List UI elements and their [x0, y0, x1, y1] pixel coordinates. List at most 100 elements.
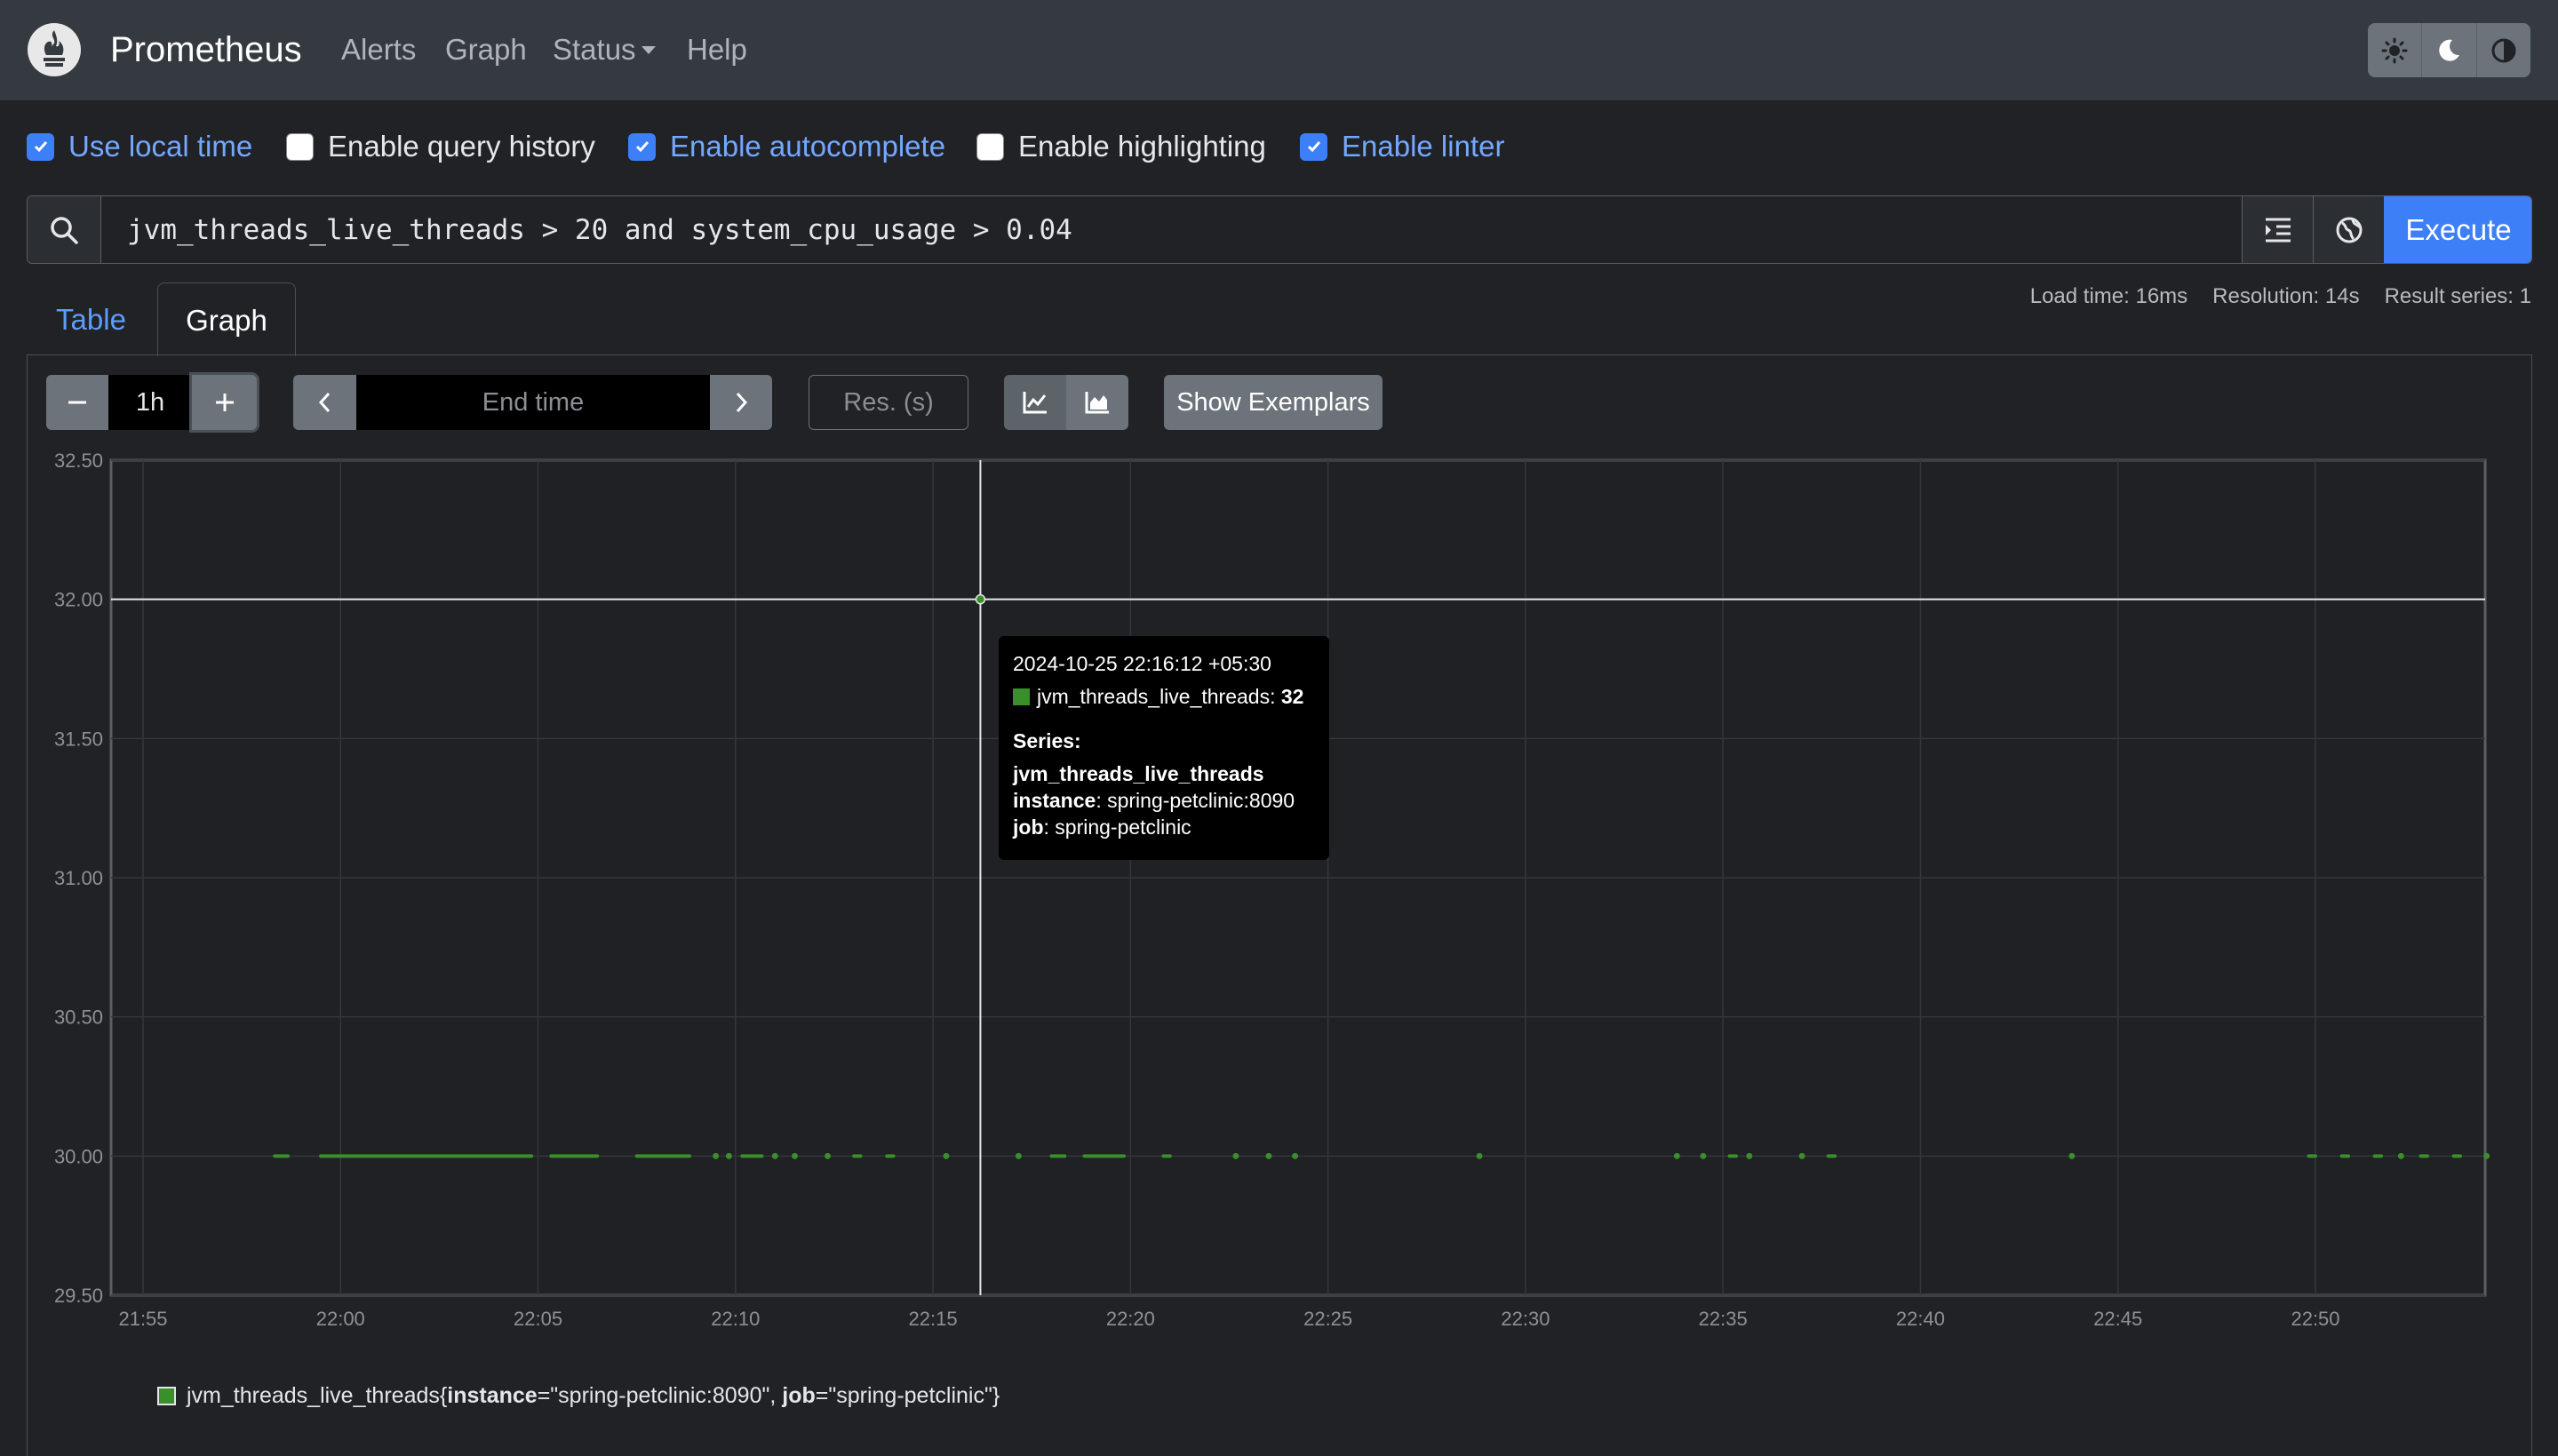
y-tick-label: 32.00	[54, 589, 103, 611]
chevron-right-icon	[736, 392, 748, 413]
prometheus-logo-icon[interactable]	[27, 22, 82, 77]
query-expression-input[interactable]: jvm_threads_live_threads > 20 and system…	[127, 212, 1072, 248]
x-tick-label: 22:15	[909, 1308, 958, 1330]
data-point	[2397, 1152, 2404, 1159]
tooltip-label-row: job: spring-petclinic	[1013, 816, 1191, 839]
option-enable-query-history[interactable]: Enable query history	[286, 129, 595, 164]
query-stats: Load time: 16ms Resolution: 14s Result s…	[2030, 284, 2531, 309]
legend-label-value: "spring-petclinic:8090"	[550, 1383, 770, 1408]
execute-button[interactable]: Execute	[2384, 196, 2531, 263]
tooltip-label-value: spring-petclinic:8090	[1107, 789, 1295, 812]
brand-title[interactable]: Prometheus	[110, 28, 302, 71]
option-label[interactable]: Enable highlighting	[1018, 129, 1266, 164]
x-tick-label: 22:10	[711, 1308, 760, 1330]
metrics-explorer-button[interactable]	[2313, 196, 2384, 263]
x-tick-label: 22:40	[1896, 1308, 1945, 1330]
stacked-chart-button[interactable]	[1066, 375, 1128, 430]
option-label[interactable]: Use local time	[68, 129, 252, 164]
format-expression-button[interactable]	[2242, 196, 2313, 263]
tooltip-swatch	[1013, 688, 1030, 705]
tooltip-label-key: job	[1013, 816, 1044, 839]
option-enable-linter[interactable]: Enable linter	[1300, 129, 1504, 164]
theme-auto-button[interactable]	[2476, 23, 2530, 77]
tooltip-series-heading: Series:	[1013, 729, 1081, 752]
y-tick-label: 31.50	[54, 728, 103, 750]
checkbox-unchecked[interactable]	[286, 132, 314, 161]
globe-icon	[2336, 217, 2362, 243]
option-label[interactable]: Enable linter	[1342, 129, 1504, 164]
data-point	[1292, 1152, 1299, 1159]
nav-status[interactable]: Status	[553, 32, 656, 68]
check-icon	[1307, 141, 1320, 153]
sun-icon	[2381, 37, 2408, 63]
show-exemplars-button[interactable]: Show Exemplars	[1164, 375, 1383, 430]
check-icon	[635, 141, 649, 153]
tab-table[interactable]: Table	[27, 282, 155, 356]
x-tick-label: 22:05	[514, 1308, 562, 1330]
y-tick-label: 29.50	[54, 1285, 103, 1307]
increase-range-button[interactable]	[192, 375, 257, 430]
line-chart-button[interactable]	[1004, 375, 1066, 430]
option-enable-highlighting[interactable]: Enable highlighting	[976, 129, 1266, 164]
tooltip-value: 32	[1280, 685, 1304, 708]
x-tick-label: 22:35	[1699, 1308, 1748, 1330]
previous-time-button[interactable]	[293, 375, 356, 430]
resolution-input[interactable]: Res. (s)	[809, 375, 968, 430]
tooltip-metric: jvm_threads_live_threads	[1013, 762, 1264, 785]
load-time: Load time: 16ms	[2029, 284, 2188, 308]
query-search-addon	[28, 196, 101, 263]
end-time-input[interactable]: End time	[356, 375, 710, 430]
tab-graph[interactable]: Graph	[157, 282, 296, 356]
data-point	[1746, 1152, 1753, 1159]
theme-light-button[interactable]	[2368, 23, 2423, 77]
legend-swatch	[157, 1387, 176, 1405]
data-point	[792, 1152, 798, 1159]
option-use-local-time[interactable]: Use local time	[27, 129, 252, 164]
minus-icon	[68, 401, 86, 404]
x-tick-label: 22:20	[1106, 1308, 1155, 1330]
data-point	[1476, 1152, 1483, 1159]
theme-dark-button[interactable]	[2422, 23, 2477, 77]
nav-status-label: Status	[553, 33, 636, 66]
checkbox-checked[interactable]	[27, 132, 54, 161]
search-icon	[51, 216, 78, 244]
data-point	[1232, 1152, 1239, 1159]
x-tick-label: 22:00	[316, 1308, 365, 1330]
tooltip-series-name: jvm_threads_live_threads	[1037, 685, 1271, 708]
data-point	[1700, 1152, 1707, 1159]
result-series: Result series: 1	[2384, 284, 2531, 308]
range-input[interactable]: 1h	[108, 375, 192, 430]
time-series-chart[interactable]: 29.50 30.00 30.50 31.00 31.50 32.00 32.50 21:55…	[0, 444, 2558, 1350]
resolution: Resolution: 14s	[2212, 284, 2360, 308]
checkbox-checked[interactable]	[1300, 132, 1327, 161]
legend-label-key: job	[782, 1383, 816, 1408]
y-tick-label: 31.00	[54, 867, 103, 889]
y-tick-label: 30.00	[54, 1145, 103, 1167]
option-enable-autocomplete[interactable]: Enable autocomplete	[628, 129, 945, 164]
data-point	[713, 1152, 720, 1159]
legend-label-key: instance	[447, 1383, 538, 1408]
nav-help[interactable]: Help	[687, 32, 747, 68]
nav-alerts[interactable]: Alerts	[341, 32, 416, 68]
checkbox-checked[interactable]	[628, 132, 656, 161]
contrast-icon	[2491, 38, 2516, 62]
x-tick-label: 22:30	[1501, 1308, 1550, 1330]
x-tick-label: 21:55	[118, 1308, 167, 1330]
data-point	[943, 1152, 950, 1159]
decrease-range-button[interactable]	[46, 375, 108, 430]
data-point	[825, 1152, 832, 1159]
tooltip-value-row: jvm_threads_live_threads: 32	[1013, 685, 1303, 709]
next-time-button[interactable]	[710, 375, 772, 430]
option-label[interactable]: Enable query history	[328, 129, 595, 164]
x-tick-label: 22:45	[2093, 1308, 2142, 1330]
chevron-left-icon	[318, 392, 330, 413]
theme-toggle-group	[2368, 23, 2530, 77]
nav-graph[interactable]: Graph	[445, 32, 527, 68]
x-tick-label: 22:50	[2291, 1308, 2339, 1330]
line-chart-icon	[1023, 392, 1047, 414]
checkbox-unchecked[interactable]	[976, 132, 1004, 161]
data-point	[2483, 1152, 2490, 1159]
option-label[interactable]: Enable autocomplete	[670, 129, 945, 164]
query-bar: jvm_threads_live_threads > 20 and system…	[27, 195, 2532, 264]
chart-legend[interactable]: jvm_threads_live_threads{instance = "sprin…	[157, 1383, 1000, 1409]
